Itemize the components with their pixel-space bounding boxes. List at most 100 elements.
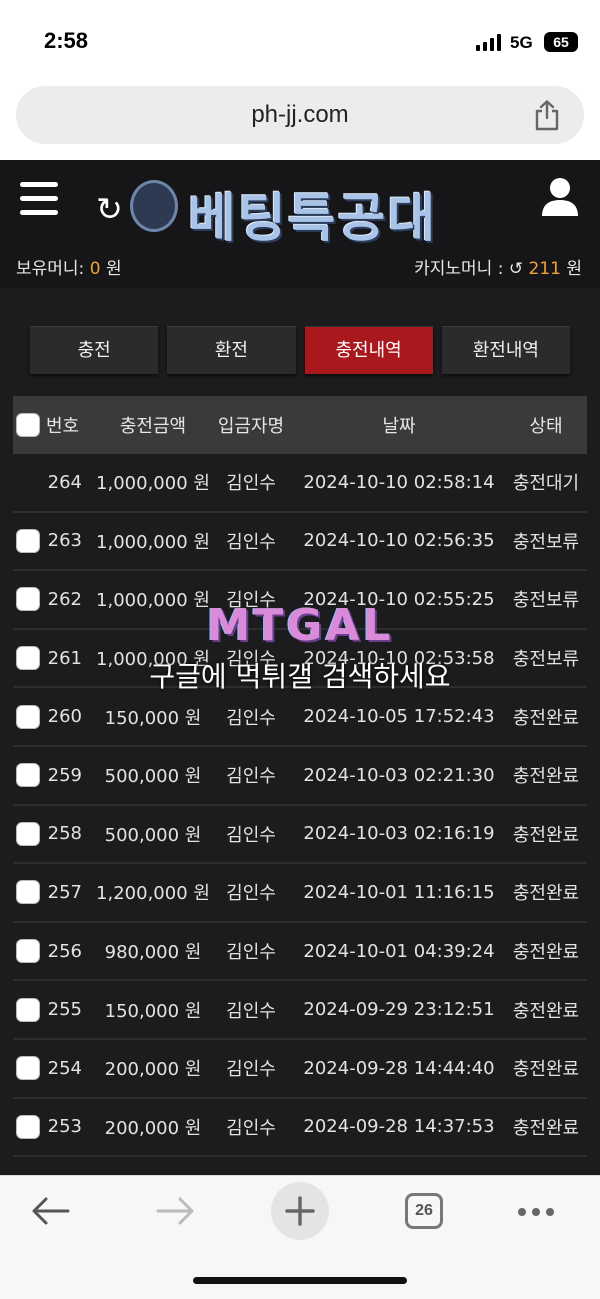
- header-no: 번호: [46, 416, 80, 437]
- table-row[interactable]: 256 980,000 원 김인수 2024-10-01 04:39:24 충전완료: [13, 923, 587, 982]
- row-status: 충전완료: [512, 707, 580, 729]
- casino-money: 카지노머니 : ↺ 211 원: [414, 254, 582, 279]
- status-time: 2:58: [44, 28, 89, 53]
- row-status: 충전대기: [512, 473, 580, 495]
- more-icon[interactable]: [518, 1208, 554, 1216]
- refresh-icon[interactable]: ↻: [96, 190, 123, 228]
- row-checkbox[interactable]: [16, 923, 42, 980]
- row-status: 충전완료: [512, 883, 580, 905]
- row-date: 2024-10-10 02:56:35: [303, 530, 495, 552]
- table-row[interactable]: 253 200,000 원 김인수 2024-09-28 14:37:53 충전완료: [13, 1099, 587, 1158]
- tab-charge-history[interactable]: 충전내역: [304, 326, 433, 374]
- tabs-icon[interactable]: 26: [405, 1193, 443, 1229]
- casino-money-label: 카지노머니 :: [414, 259, 504, 279]
- row-no: 255: [47, 999, 82, 1021]
- site-logo[interactable]: ↻ 베팅특공대: [96, 174, 476, 249]
- held-money-unit: 원: [105, 259, 122, 279]
- casino-money-value: 211: [528, 259, 561, 279]
- row-name: 김인수: [226, 1117, 276, 1139]
- logo-text: 베팅특공대: [188, 189, 438, 249]
- row-amount: 1,000,000 원: [96, 590, 210, 612]
- back-arrow-icon[interactable]: [30, 1194, 72, 1228]
- row-date: 2024-10-01 04:39:24: [303, 940, 495, 962]
- share-icon[interactable]: [532, 99, 562, 131]
- row-amount: 1,000,000 원: [96, 649, 210, 671]
- table-row[interactable]: 263 1,000,000 원 김인수 2024-10-10 02:56:35 충전보류: [13, 513, 587, 572]
- table-row[interactable]: 259 500,000 원 김인수 2024-10-03 02:21:30 충전완료: [13, 747, 587, 806]
- row-checkbox[interactable]: [16, 806, 42, 863]
- site-header: ↻ 베팅특공대 보유머니: 0 원 카지노머니 : ↺ 211 원: [0, 160, 600, 288]
- row-date: 2024-10-10 02:53:58: [303, 647, 495, 669]
- table-body: 264 1,000,000 원 김인수 2024-10-10 02:58:14 충전대기…: [13, 454, 587, 1158]
- select-all-checkbox[interactable]: [16, 396, 42, 454]
- table-row[interactable]: 261 1,000,000 원 김인수 2024-10-10 02:53:58 충전보류: [13, 630, 587, 689]
- table-row[interactable]: 264 1,000,000 원 김인수 2024-10-10 02:58:14 충전대기: [13, 454, 587, 513]
- row-checkbox[interactable]: [16, 981, 42, 1038]
- address-bar[interactable]: ph-jj.com: [16, 86, 584, 144]
- row-status: 충전완료: [512, 1117, 580, 1139]
- table-row[interactable]: 262 1,000,000 원 김인수 2024-10-10 02:55:25 충전보류: [13, 571, 587, 630]
- table-row[interactable]: 254 200,000 원 김인수 2024-09-28 14:44:40 충전완료: [13, 1040, 587, 1099]
- row-checkbox[interactable]: [16, 688, 42, 745]
- row-checkbox[interactable]: [16, 747, 42, 804]
- plus-icon: [285, 1196, 315, 1226]
- table-row[interactable]: 260 150,000 원 김인수 2024-10-05 17:52:43 충전완료: [13, 688, 587, 747]
- row-no: 260: [47, 706, 82, 728]
- row-date: 2024-10-10 02:58:14: [303, 471, 495, 493]
- forward-arrow-icon[interactable]: [154, 1194, 196, 1228]
- tab-withdraw-history[interactable]: 환전내역: [441, 326, 570, 374]
- battery-icon: 65: [544, 32, 578, 52]
- table-row[interactable]: 255 150,000 원 김인수 2024-09-29 23:12:51 충전완료: [13, 981, 587, 1040]
- table-row[interactable]: 257 1,200,000 원 김인수 2024-10-01 11:16:15 충전완료: [13, 864, 587, 923]
- tab-charge[interactable]: 충전: [30, 326, 159, 374]
- held-money-value: 0: [89, 259, 101, 279]
- new-tab-button[interactable]: [271, 1182, 329, 1240]
- row-amount: 150,000 원: [104, 1000, 202, 1022]
- row-checkbox[interactable]: [16, 513, 42, 570]
- signal-icon: [476, 33, 501, 51]
- row-amount: 200,000 원: [104, 1059, 202, 1081]
- row-name: 김인수: [226, 531, 276, 553]
- row-checkbox[interactable]: [16, 630, 42, 687]
- logo-mascot-icon: [130, 180, 178, 232]
- header-date: 날짜: [382, 416, 416, 437]
- menu-icon[interactable]: [20, 182, 58, 216]
- row-amount: 500,000 원: [104, 766, 202, 788]
- row-status: 충전완료: [512, 942, 580, 964]
- table-header: 번호 충전금액 입금자명 날짜 상태: [13, 396, 587, 454]
- row-checkbox[interactable]: [16, 864, 42, 921]
- row-date: 2024-10-03 02:16:19: [303, 823, 495, 845]
- row-no: 261: [47, 647, 82, 669]
- row-name: 김인수: [226, 707, 276, 729]
- network-type: 5G: [510, 33, 533, 52]
- tab-bar: 충전 환전 충전내역 환전내역: [30, 326, 570, 374]
- row-date: 2024-10-10 02:55:25: [303, 588, 495, 610]
- wallet-row: 보유머니: 0 원 카지노머니 : ↺ 211 원: [0, 250, 600, 286]
- row-name: 김인수: [226, 766, 276, 788]
- row-amount: 1,000,000 원: [96, 531, 210, 553]
- row-checkbox[interactable]: [16, 1099, 42, 1156]
- row-no: 256: [47, 940, 82, 962]
- row-date: 2024-09-29 23:12:51: [303, 999, 495, 1021]
- row-date: 2024-09-28 14:44:40: [303, 1057, 495, 1079]
- home-indicator: [193, 1277, 407, 1284]
- row-status: 충전완료: [512, 1059, 580, 1081]
- row-name: 김인수: [226, 942, 276, 964]
- row-date: 2024-09-28 14:37:53: [303, 1116, 495, 1138]
- casino-refresh-icon[interactable]: ↺: [509, 259, 523, 279]
- row-name: 김인수: [226, 1059, 276, 1081]
- row-no: 253: [47, 1116, 82, 1138]
- row-no: 262: [47, 588, 82, 610]
- row-no: 259: [47, 764, 82, 786]
- row-no: 264: [47, 471, 82, 493]
- tab-withdraw[interactable]: 환전: [167, 326, 296, 374]
- row-amount: 150,000 원: [104, 707, 202, 729]
- held-money: 보유머니: 0 원: [16, 254, 122, 279]
- row-checkbox[interactable]: [16, 571, 42, 628]
- table-row[interactable]: 258 500,000 원 김인수 2024-10-03 02:16:19 충전완료: [13, 806, 587, 865]
- user-icon[interactable]: [540, 176, 580, 218]
- row-checkbox[interactable]: [16, 454, 42, 511]
- row-amount: 500,000 원: [104, 824, 202, 846]
- url-text[interactable]: ph-jj.com: [16, 101, 584, 129]
- row-checkbox[interactable]: [16, 1040, 42, 1097]
